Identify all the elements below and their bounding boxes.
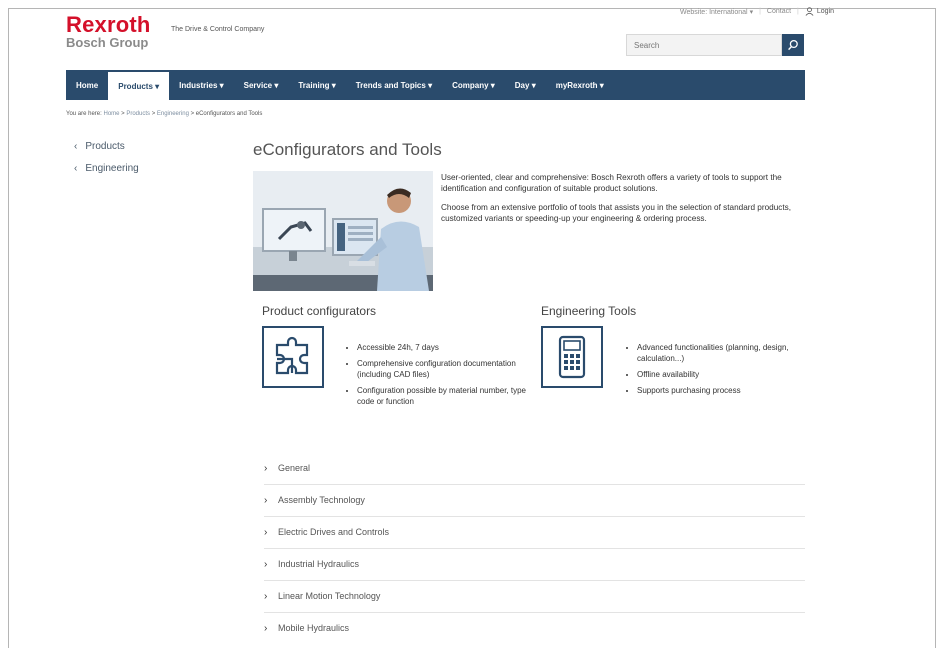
- breadcrumb: You are here: Home > Products > Engineer…: [66, 111, 263, 117]
- chevron-down-icon: ▾: [599, 80, 604, 90]
- search-icon: [788, 39, 798, 51]
- search-input[interactable]: [626, 34, 782, 56]
- logo-main-text: Rexroth: [66, 12, 151, 37]
- chevron-right-icon: ›: [264, 494, 268, 506]
- breadcrumb-prefix: You are here:: [66, 111, 102, 117]
- list-item: Advanced functionalities (planning, desi…: [637, 342, 827, 364]
- search-button[interactable]: [782, 34, 804, 56]
- nav-label: Service: [243, 80, 273, 90]
- hero-image: [253, 171, 433, 291]
- list-item: Supports purchasing process: [637, 385, 827, 396]
- engineering-tools-heading: Engineering Tools: [541, 304, 637, 318]
- main-navigation: Home Products ▾ Industries ▾ Service ▾ T…: [66, 70, 805, 100]
- chevron-down-icon: ▾: [274, 80, 279, 90]
- chevron-down-icon: ▾: [428, 80, 433, 90]
- nav-label: Home: [76, 80, 99, 90]
- logo-sub-text: Bosch Group: [66, 35, 149, 50]
- nav-trends-and-topics[interactable]: Trends and Topics ▾: [346, 70, 442, 100]
- chevron-left-icon: ‹: [74, 141, 78, 152]
- breadcrumb-engineering[interactable]: Engineering: [157, 111, 189, 117]
- chevron-left-icon: ‹: [74, 163, 78, 174]
- breadcrumb-home[interactable]: Home: [103, 111, 119, 117]
- nav-training[interactable]: Training ▾: [288, 70, 345, 100]
- nav-label: Training: [298, 80, 330, 90]
- intro-paragraph: Choose from an extensive portfolio of to…: [441, 202, 791, 224]
- chevron-right-icon: ›: [264, 558, 268, 570]
- nav-service[interactable]: Service ▾: [234, 70, 289, 100]
- nav-home[interactable]: Home: [66, 70, 108, 100]
- nav-company[interactable]: Company ▾: [442, 70, 505, 100]
- chevron-right-icon: ›: [264, 622, 268, 634]
- chevron-down-icon: ▾: [749, 8, 754, 16]
- divider: |: [797, 8, 799, 15]
- accordion-item-industrial-hydraulics[interactable]: › Industrial Hydraulics: [264, 548, 805, 581]
- nav-label: Industries: [179, 80, 218, 90]
- rexroth-logo[interactable]: Rexroth Bosch Group: [66, 14, 151, 50]
- list-item: Offline availability: [637, 369, 827, 380]
- accordion-item-linear-motion[interactable]: › Linear Motion Technology: [264, 580, 805, 613]
- accordion-label: Mobile Hydraulics: [278, 623, 350, 633]
- chevron-down-icon: ▾: [331, 80, 336, 90]
- accordion-label: Industrial Hydraulics: [278, 559, 360, 569]
- breadcrumb-current: eConfigurators and Tools: [195, 111, 263, 117]
- nav-products[interactable]: Products ▾: [108, 70, 170, 100]
- list-item: Configuration possible by material numbe…: [357, 385, 537, 407]
- chevron-down-icon: ▾: [155, 81, 160, 91]
- page-title: eConfigurators and Tools: [253, 140, 442, 159]
- nav-label: Trends and Topics: [355, 80, 426, 90]
- login-link[interactable]: Login: [805, 7, 834, 16]
- divider: |: [759, 8, 761, 15]
- nav-label: Company: [452, 80, 489, 90]
- accordion-label: Assembly Technology: [278, 495, 365, 505]
- list-item: Comprehensive configuration documentatio…: [357, 358, 537, 380]
- nav-myrexroth[interactable]: myRexroth ▾: [546, 70, 614, 100]
- product-configurators-list: Accessible 24h, 7 days Comprehensive con…: [345, 342, 537, 412]
- chevron-right-icon: ›: [264, 526, 268, 538]
- intro-paragraph: User-oriented, clear and comprehensive: …: [441, 173, 782, 194]
- top-links: Website: International ▾ | Contact | Log…: [680, 7, 834, 16]
- sidebar-item-label: Products: [85, 141, 125, 152]
- accordion-item-general[interactable]: › General: [264, 452, 805, 485]
- intro-text: User-oriented, clear and comprehensive: …: [441, 172, 809, 232]
- chevron-down-icon: ▾: [219, 80, 224, 90]
- search-bar: [626, 34, 804, 56]
- login-label: Login: [816, 8, 834, 15]
- puzzle-icon: [275, 336, 309, 375]
- product-configurators-tile[interactable]: [262, 326, 324, 388]
- sidebar-item-label: Engineering: [85, 163, 139, 174]
- website-selector-label: Website: International: [680, 8, 748, 16]
- accordion-item-electric-drives[interactable]: › Electric Drives and Controls: [264, 516, 805, 549]
- engineering-tools-tile[interactable]: [541, 326, 603, 388]
- chevron-right-icon: ›: [264, 590, 268, 602]
- accordion-item-mobile-hydraulics[interactable]: › Mobile Hydraulics: [264, 612, 805, 644]
- product-configurators-heading: Product configurators: [262, 304, 377, 318]
- nav-label: myRexroth: [555, 80, 598, 90]
- chevron-right-icon: ›: [264, 462, 268, 474]
- sidebar-item-engineering[interactable]: ‹ Engineering: [74, 163, 139, 174]
- nav-label: Day: [514, 80, 530, 90]
- accordion-label: General: [278, 463, 311, 473]
- chevron-down-icon: ▾: [531, 80, 536, 90]
- breadcrumb-products[interactable]: Products: [126, 111, 150, 117]
- engineering-tools-list: Advanced functionalities (planning, desi…: [625, 342, 827, 401]
- accordion-item-assembly-technology[interactable]: › Assembly Technology: [264, 484, 805, 517]
- sidebar-item-products[interactable]: ‹ Products: [74, 141, 139, 152]
- list-item: Accessible 24h, 7 days: [357, 342, 537, 353]
- chevron-down-icon: ▾: [490, 80, 495, 90]
- accordion-label: Electric Drives and Controls: [278, 527, 390, 537]
- nav-industries[interactable]: Industries ▾: [169, 70, 233, 100]
- contact-link[interactable]: Contact: [767, 8, 791, 15]
- nav-label: Products: [118, 81, 153, 91]
- user-icon: [805, 7, 814, 16]
- tagline: The Drive & Control Company: [171, 26, 265, 33]
- website-selector[interactable]: Website: International ▾: [680, 8, 753, 16]
- engineer-at-workstation-illustration: [253, 171, 433, 291]
- nav-day[interactable]: Day ▾: [505, 70, 546, 100]
- accordion-label: Linear Motion Technology: [278, 591, 381, 601]
- sidebar: ‹ Products ‹ Engineering: [74, 141, 139, 185]
- calculator-icon: [558, 335, 586, 379]
